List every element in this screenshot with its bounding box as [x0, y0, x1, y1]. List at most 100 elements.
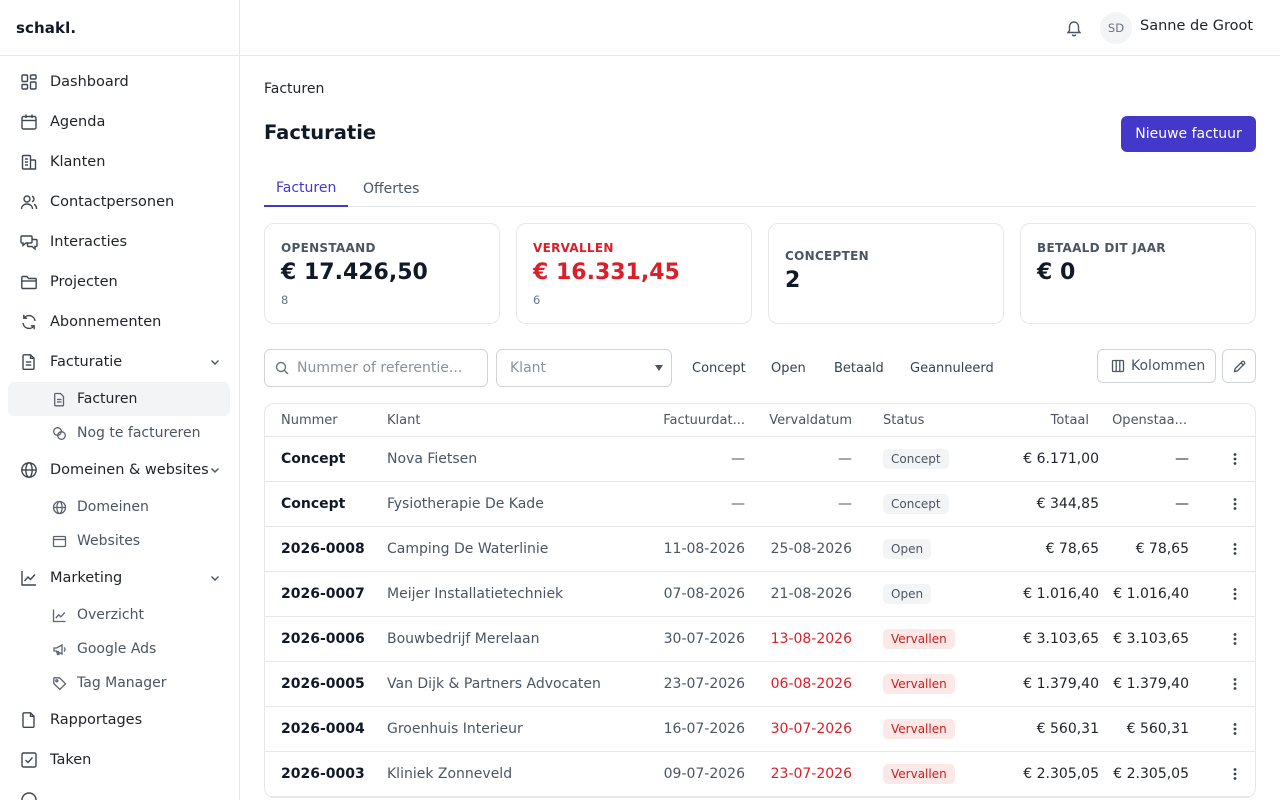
invoice-outstanding: — [1175, 496, 1189, 512]
tab-offertes[interactable]: Offertes [351, 170, 431, 207]
stat-card-betaald: BETAALD DIT JAAR € 0 [1020, 223, 1256, 324]
brand-logo[interactable]: schakl. [0, 0, 239, 56]
sidebar-item-contactpersonen[interactable]: Contactpersonen [0, 182, 239, 222]
stat-value: € 16.331,45 [533, 260, 680, 285]
table-row[interactable]: 2026-0008 Camping De Waterlinie 11-08-20… [265, 527, 1255, 572]
table-row[interactable]: 2026-0004 Groenhuis Interieur 16-07-2026… [265, 707, 1255, 752]
col-header-status[interactable]: Status [883, 404, 924, 436]
row-menu-icon[interactable] [1229, 437, 1241, 481]
sidebar-item-label: Abonnementen [50, 314, 162, 330]
row-menu-icon[interactable] [1229, 617, 1241, 661]
bell-icon[interactable] [1065, 19, 1083, 37]
invoice-date: 09-07-2026 [663, 766, 745, 782]
table-row[interactable]: 2026-0005 Van Dijk & Partners Advocaten … [265, 662, 1255, 707]
status-badge: Concept [883, 494, 949, 514]
sidebar-group-domeinen[interactable]: Domeinen & websites [0, 450, 239, 490]
filter-betaald[interactable]: Betaald [834, 349, 884, 387]
sidebar-subitem-tag-manager[interactable]: Tag Manager [8, 666, 230, 700]
sidebar-item-label: Rapportages [50, 712, 143, 728]
status-cell: Vervallen [883, 617, 955, 661]
table-row[interactable]: Concept Nova Fietsen — — Concept € 6.171… [265, 437, 1255, 482]
invoice-number[interactable]: 2026-0004 [281, 707, 365, 751]
sidebar-subitem-facturen[interactable]: Facturen [8, 382, 230, 416]
sidebar-item-label: Domeinen & websites [50, 462, 209, 478]
chart-line-icon [20, 569, 38, 587]
search-input[interactable] [297, 360, 477, 376]
status-badge: Open [883, 584, 932, 604]
new-invoice-button[interactable]: Nieuwe factuur [1121, 116, 1256, 152]
table-row[interactable]: 2026-0006 Bouwbedrijf Merelaan 30-07-202… [265, 617, 1255, 662]
sidebar-subitem-websites[interactable]: Websites [8, 524, 230, 558]
filter-open[interactable]: Open [771, 349, 806, 387]
invoice-table: Nummer Klant Factuurdat... Vervaldatum S… [264, 403, 1256, 798]
edit-button[interactable] [1222, 349, 1256, 383]
sidebar-item-klanten[interactable]: Klanten [0, 142, 239, 182]
sidebar-subitem-domeinen[interactable]: Domeinen [8, 490, 230, 524]
sidebar-item-label: Taken [50, 752, 92, 768]
row-menu-icon[interactable] [1229, 527, 1241, 571]
sidebar-group-marketing[interactable]: Marketing [0, 558, 239, 598]
col-header-totaal[interactable]: Totaal [1051, 404, 1089, 436]
sidebar-item-dashboard[interactable]: Dashboard [0, 62, 239, 102]
tab-bar: Facturen Offertes [264, 170, 1256, 207]
invoice-number[interactable]: 2026-0006 [281, 617, 365, 661]
sidebar-item-taken[interactable]: Taken [0, 740, 239, 780]
row-menu-icon[interactable] [1229, 752, 1241, 796]
invoice-number[interactable]: 2026-0007 [281, 572, 365, 616]
col-header-vervaldatum[interactable]: Vervaldatum [769, 404, 852, 436]
row-menu-icon[interactable] [1229, 662, 1241, 706]
invoice-number[interactable]: Concept [281, 437, 345, 481]
browser-icon [52, 534, 67, 549]
status-cell: Vervallen [883, 752, 955, 796]
invoice-total: € 6.171,00 [1023, 451, 1099, 467]
filter-concept[interactable]: Concept [692, 349, 746, 387]
row-menu-icon[interactable] [1229, 572, 1241, 616]
sidebar-item-label: Projecten [50, 274, 118, 290]
invoice-number[interactable]: 2026-0003 [281, 752, 365, 796]
stat-value: € 17.426,50 [281, 260, 428, 285]
search-box [264, 349, 488, 387]
sidebar-item-projecten[interactable]: Projecten [0, 262, 239, 302]
invoice-total: € 560,31 [1036, 721, 1099, 737]
columns-icon [1111, 359, 1125, 373]
col-header-klant[interactable]: Klant [387, 404, 420, 436]
client-select[interactable]: Klant [496, 349, 672, 387]
topbar: SD Sanne de Groot [240, 0, 1280, 56]
sidebar-subitem-overzicht[interactable]: Overzicht [8, 598, 230, 632]
status-badge: Open [883, 539, 932, 559]
col-header-openstaand[interactable]: Openstaa... [1112, 404, 1187, 436]
row-menu-icon[interactable] [1229, 482, 1241, 526]
invoice-number[interactable]: 2026-0005 [281, 662, 365, 706]
sidebar-item-label: Agenda [50, 114, 106, 130]
sidebar-item-more[interactable] [0, 780, 239, 800]
avatar[interactable]: SD [1100, 12, 1132, 44]
sidebar-item-interacties[interactable]: Interacties [0, 222, 239, 262]
sidebar-subitem-google-ads[interactable]: Google Ads [8, 632, 230, 666]
tab-facturen[interactable]: Facturen [264, 170, 349, 207]
sidebar-item-rapportages[interactable]: Rapportages [0, 700, 239, 740]
row-menu-icon[interactable] [1229, 707, 1241, 751]
sidebar-subitem-label: Facturen [77, 391, 138, 407]
sidebar-subitem-nog-te-factureren[interactable]: Nog te factureren [8, 416, 230, 450]
table-row[interactable]: Concept Fysiotherapie De Kade — — Concep… [265, 482, 1255, 527]
invoice-number[interactable]: 2026-0008 [281, 527, 365, 571]
sidebar-item-label: Interacties [50, 234, 128, 250]
invoice-client: Camping De Waterlinie [387, 541, 549, 557]
sidebar-group-facturatie[interactable]: Facturatie [0, 342, 239, 382]
invoice-number[interactable]: Concept [281, 482, 345, 526]
invoice-total: € 344,85 [1036, 496, 1099, 512]
col-header-factuurdatum[interactable]: Factuurdat... [663, 404, 745, 436]
table-row[interactable]: 2026-0007 Meijer Installatietechniek 07-… [265, 572, 1255, 617]
calendar-icon [20, 113, 38, 131]
breadcrumb[interactable]: Facturen [264, 81, 324, 97]
table-row[interactable]: 2026-0003 Kliniek Zonneveld 09-07-2026 2… [265, 752, 1255, 797]
col-header-nummer[interactable]: Nummer [281, 404, 338, 436]
due-date: — [838, 496, 852, 512]
filter-geannuleerd[interactable]: Geannuleerd [910, 349, 994, 387]
sidebar-item-abonnementen[interactable]: Abonnementen [0, 302, 239, 342]
invoice-date: — [731, 496, 745, 512]
user-name[interactable]: Sanne de Groot [1140, 18, 1253, 34]
sidebar: schakl. Dashboard Agenda Klanten Contact… [0, 0, 240, 800]
sidebar-item-agenda[interactable]: Agenda [0, 102, 239, 142]
columns-button[interactable]: Kolommen [1097, 349, 1216, 383]
